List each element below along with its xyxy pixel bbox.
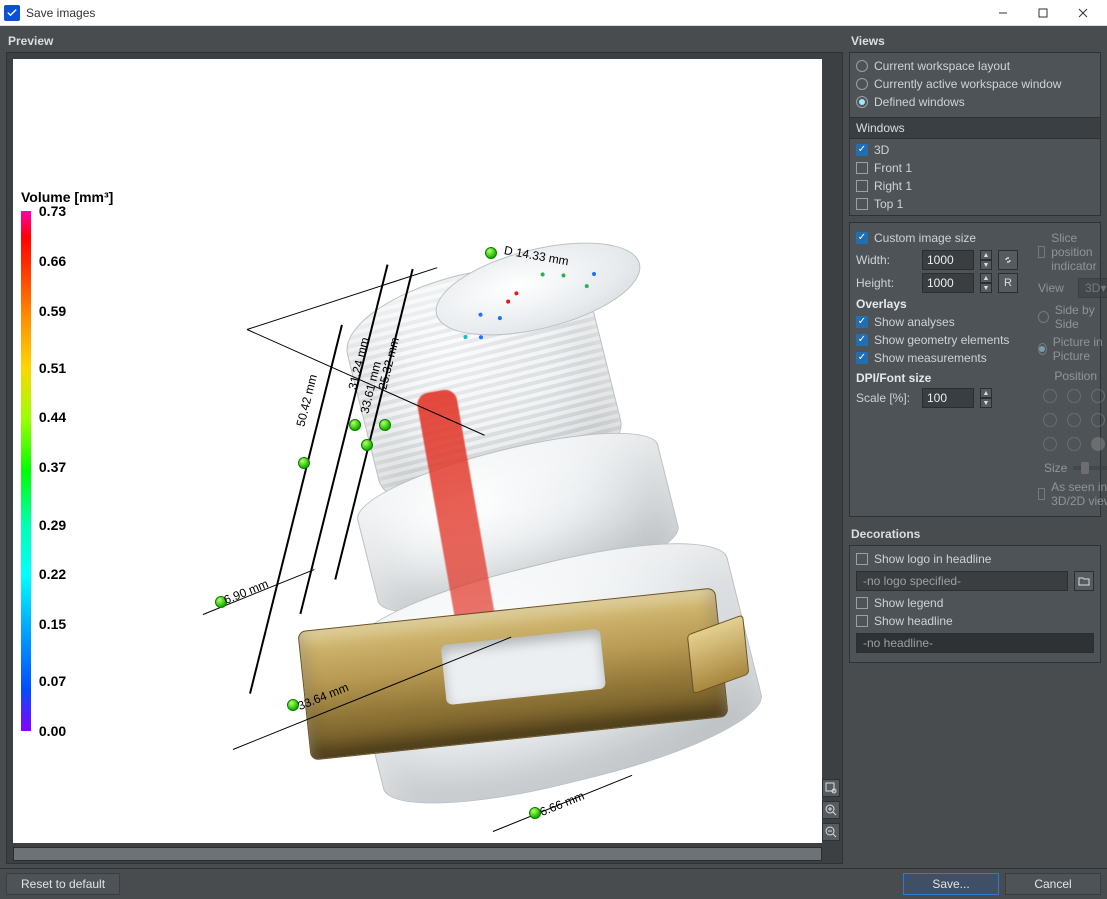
legend-tick: 0.37 [39, 459, 66, 475]
windows-list-item[interactable]: Front 1 [856, 159, 1094, 177]
zoom-fit-button[interactable] [822, 779, 840, 797]
preview-area: Volume [mm³] 0.73 0.66 0.59 0.51 0.44 0.37 0.2… [6, 52, 843, 864]
view-opt-workspace-layout[interactable]: Current workspace layout [856, 57, 1094, 75]
legend-tick: 0.66 [39, 253, 66, 269]
legend-tick: 0.59 [39, 303, 66, 319]
titlebar: Save images [0, 0, 1107, 26]
dpi-header: DPI/Font size [856, 371, 1018, 385]
view-opt-defined-windows[interactable]: Defined windows [856, 93, 1094, 111]
slice-indicator-check[interactable]: Slice position indicator [1038, 229, 1107, 275]
height-spin[interactable]: ▲▼ [980, 273, 992, 293]
app-icon [4, 5, 20, 21]
windows-list-item[interactable]: Right 1 [856, 177, 1094, 195]
chevron-down-icon: ▾ [1100, 281, 1106, 295]
show-analyses-check[interactable]: Show analyses [856, 313, 1018, 331]
scale-label: Scale [%]: [856, 391, 916, 405]
zoom-in-button[interactable] [822, 801, 840, 819]
width-label: Width: [856, 253, 916, 267]
scale-input[interactable] [922, 388, 974, 408]
legend-colorbar [21, 211, 31, 731]
decorations-header: Decorations [849, 523, 1101, 545]
height-label: Height: [856, 276, 916, 290]
show-headline-check[interactable]: Show headline [856, 612, 1094, 630]
cancel-button[interactable]: Cancel [1005, 873, 1101, 895]
show-legend-check[interactable]: Show legend [856, 594, 1094, 612]
zoom-out-button[interactable] [822, 823, 840, 841]
legend-tick: 0.44 [39, 409, 66, 425]
slice-panel: Slice position indicator View 3D ▾ Side … [1038, 229, 1107, 510]
logo-browse-button[interactable] [1074, 571, 1094, 591]
views-header: Views [849, 30, 1101, 52]
show-logo-check[interactable]: Show logo in headline [856, 550, 1094, 568]
maximize-button[interactable] [1023, 0, 1063, 26]
legend-tick: 0.22 [39, 566, 66, 582]
view-opt-active-window[interactable]: Currently active workspace window [856, 75, 1094, 93]
custom-image-size-check[interactable]: Custom image size [856, 229, 1018, 247]
logo-path-input[interactable]: -no logo specified- [856, 571, 1068, 591]
side-by-side-radio[interactable]: Side by Side [1038, 301, 1107, 333]
position-grid[interactable] [1038, 389, 1107, 455]
preview-canvas[interactable]: Volume [mm³] 0.73 0.66 0.59 0.51 0.44 0.37 0.2… [13, 59, 822, 843]
scale-spin[interactable]: ▲▼ [980, 388, 992, 408]
overlays-header: Overlays [856, 297, 1018, 311]
minimize-button[interactable] [983, 0, 1023, 26]
width-spin[interactable]: ▲▼ [980, 250, 992, 270]
legend-title: Volume [mm³] [21, 189, 113, 205]
legend-tick: 0.73 [39, 203, 66, 219]
windows-list-header: Windows [850, 117, 1100, 139]
height-input[interactable] [922, 273, 974, 293]
headline-input[interactable]: -no headline- [856, 633, 1094, 653]
as-seen-check[interactable]: As seen in 3D/2D view [1038, 478, 1107, 510]
windows-list-item[interactable]: Top 1 [856, 195, 1094, 213]
size-slider[interactable] [1073, 466, 1107, 470]
width-input[interactable] [922, 250, 974, 270]
slice-view-label: View [1038, 281, 1072, 295]
size-reset-button[interactable]: R [998, 273, 1018, 293]
part-render: D 14.33 mm 31.24 mm 25.32 mm 50.42 mm 33… [233, 209, 713, 843]
legend-tick: 0.00 [39, 723, 66, 739]
legend-tick: 0.51 [39, 360, 66, 376]
legend-tick: 0.15 [39, 616, 66, 632]
legend-tick: 0.07 [39, 673, 66, 689]
reset-button[interactable]: Reset to default [6, 873, 120, 895]
close-button[interactable] [1063, 0, 1103, 26]
show-meas-check[interactable]: Show measurements [856, 349, 1018, 367]
windows-list-item[interactable]: 3D [856, 141, 1094, 159]
size-link-button[interactable] [998, 250, 1018, 270]
preview-header: Preview [6, 30, 843, 52]
position-label: Position [1038, 369, 1107, 383]
size-label: Size [1044, 461, 1067, 475]
save-button[interactable]: Save... [903, 873, 999, 895]
legend-tick: 0.29 [39, 517, 66, 533]
show-geom-check[interactable]: Show geometry elements [856, 331, 1018, 349]
slice-view-select[interactable]: 3D ▾ [1078, 278, 1107, 298]
color-legend: Volume [mm³] 0.73 0.66 0.59 0.51 0.44 0.37 0.2… [21, 189, 113, 731]
preview-scrollbar[interactable] [13, 847, 822, 861]
window-title: Save images [26, 6, 95, 20]
pip-radio[interactable]: Picture in Picture [1038, 333, 1107, 365]
